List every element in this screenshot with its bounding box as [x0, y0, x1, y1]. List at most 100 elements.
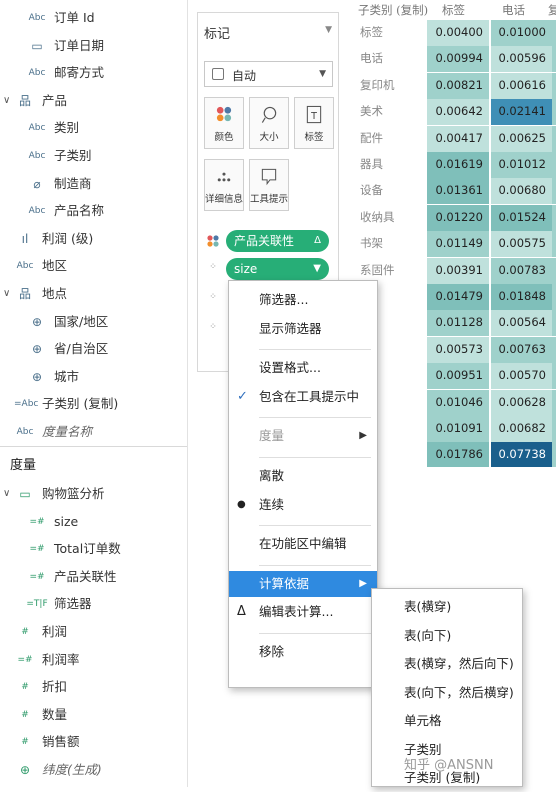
- table-cell[interactable]: 0.00680: [491, 178, 552, 205]
- menu-item[interactable]: 设置格式...: [229, 355, 377, 381]
- field-item[interactable]: Abc 地区: [0, 255, 187, 277]
- crosstab-view: 子类别 (复制) 标签 电话 复 标签 0.00400 0.01000 电话 0.009…: [352, 0, 556, 467]
- menu-item[interactable]: 计算依据 ▶: [229, 570, 377, 597]
- field-item[interactable]: Abc 类别: [0, 117, 187, 139]
- field-item[interactable]: Abc 度量名称: [0, 421, 187, 443]
- table-cell[interactable]: 0.00391: [427, 257, 489, 284]
- table-cell[interactable]: 0.00625: [491, 125, 552, 152]
- table-cell[interactable]: 0.01786: [427, 442, 489, 467]
- table-cell[interactable]: 0.00400: [427, 20, 489, 46]
- field-item[interactable]: =Abc 子类别 (复制): [0, 393, 187, 415]
- submenu-item[interactable]: 表(横穿): [372, 593, 522, 621]
- row-header: 标签: [360, 25, 383, 39]
- table-cell[interactable]: 0.00564: [491, 310, 552, 337]
- table-cell[interactable]: 0.01619: [427, 152, 489, 178]
- field-item[interactable]: ∨ 品产品: [0, 90, 187, 112]
- table-cell[interactable]: 0.01000: [491, 20, 552, 46]
- field-item[interactable]: ⌀ 制造商: [0, 173, 187, 195]
- submenu-item[interactable]: 表(横穿，然后向下): [372, 650, 522, 678]
- table-cell-partial: [552, 442, 556, 467]
- table-cell[interactable]: 0.00628: [491, 389, 552, 416]
- table-cell[interactable]: 0.01091: [427, 416, 489, 442]
- field-item[interactable]: Abc 邮寄方式: [0, 62, 187, 84]
- table-cell[interactable]: 0.00570: [491, 363, 552, 390]
- table-cell[interactable]: 0.00417: [427, 125, 489, 152]
- table-cell[interactable]: 0.01149: [427, 231, 489, 258]
- menu-item[interactable]: ✓ 包含在工具提示中: [229, 384, 377, 410]
- label-button[interactable]: T 标签: [294, 97, 334, 149]
- field-item[interactable]: Abc 订单 Id: [0, 7, 187, 29]
- table-cell[interactable]: 0.00616: [491, 72, 552, 99]
- field-item[interactable]: ıl 利润 (级): [0, 228, 187, 250]
- table-cell[interactable]: 0.01848: [491, 284, 552, 310]
- table-cell[interactable]: 0.00642: [427, 99, 489, 126]
- menu-item[interactable]: Δ 编辑表计算...: [229, 599, 377, 625]
- field-item[interactable]: ⊕ 城市: [0, 366, 187, 388]
- field-item[interactable]: ⊕ 国家/地区: [0, 311, 187, 333]
- pill-product-association[interactable]: 产品关联性 Δ: [226, 230, 329, 252]
- submenu-item[interactable]: 表(向下): [372, 622, 522, 650]
- field-item[interactable]: ⊕ 纬度(生成): [0, 759, 187, 781]
- table-cell[interactable]: 0.01046: [427, 389, 489, 416]
- detail-button[interactable]: 详细信息: [204, 159, 244, 211]
- field-label: 产品名称: [54, 203, 105, 219]
- submenu-item[interactable]: 单元格: [372, 707, 522, 735]
- submenu-item[interactable]: 表(向下，然后横穿): [372, 679, 522, 707]
- menu-item[interactable]: 移除: [229, 639, 377, 665]
- menu-separator: [259, 349, 371, 351]
- table-cell[interactable]: 0.01524: [491, 204, 552, 231]
- field-item[interactable]: =# 产品关联性: [0, 566, 187, 588]
- svg-text:T: T: [310, 111, 317, 122]
- menu-item[interactable]: 在功能区中编辑: [229, 531, 377, 557]
- field-item[interactable]: =# Total订单数: [0, 538, 187, 560]
- table-cell[interactable]: 0.00763: [491, 336, 552, 363]
- table-cell[interactable]: 0.00575: [491, 231, 552, 258]
- menu-item[interactable]: 筛选器...: [229, 287, 377, 313]
- field-item[interactable]: =# 利润率: [0, 649, 187, 671]
- table-cell[interactable]: 0.01361: [427, 178, 489, 205]
- table-cell[interactable]: 0.01012: [491, 152, 552, 178]
- field-item[interactable]: Abc 产品名称: [0, 200, 187, 222]
- table-cell[interactable]: 0.00821: [427, 72, 489, 99]
- table-cell[interactable]: 0.00682: [491, 416, 552, 442]
- color-button[interactable]: 颜色: [204, 97, 244, 149]
- menu-item[interactable]: 显示筛选器: [229, 316, 377, 342]
- field-item[interactable]: # 数量: [0, 704, 187, 726]
- field-item[interactable]: Abc 子类别: [0, 145, 187, 167]
- field-item[interactable]: ⊕ 省/自治区: [0, 338, 187, 360]
- table-cell[interactable]: 0.00783: [491, 257, 552, 284]
- column-header: 标签: [442, 3, 465, 17]
- table-cell[interactable]: 0.01220: [427, 204, 489, 231]
- pill-size[interactable]: size ▼: [226, 258, 329, 280]
- expand-caret-icon[interactable]: ∨: [3, 483, 10, 505]
- field-item[interactable]: # 利润: [0, 621, 187, 643]
- menu-item[interactable]: 离散: [229, 463, 377, 489]
- field-item[interactable]: ∨ 品地点: [0, 283, 187, 305]
- tooltip-button[interactable]: 工具提示: [249, 159, 289, 211]
- table-cell[interactable]: 0.00573: [427, 336, 489, 363]
- menu-item[interactable]: ● 连续: [229, 492, 377, 518]
- collapse-caret-icon[interactable]: ▼: [325, 25, 332, 35]
- mark-type-dropdown[interactable]: 自动 ▼: [204, 61, 333, 87]
- field-item[interactable]: # 销售额: [0, 731, 187, 753]
- table-cell[interactable]: 0.07738: [491, 442, 552, 467]
- field-item[interactable]: =T|F 筛选器: [0, 593, 187, 615]
- table-cell[interactable]: 0.00994: [427, 46, 489, 73]
- field-item[interactable]: ▭ 订单日期: [0, 35, 187, 57]
- field-item[interactable]: # 折扣: [0, 676, 187, 698]
- table-cell-partial: [552, 99, 556, 126]
- text-icon: T: [306, 105, 322, 124]
- expand-caret-icon[interactable]: ∨: [3, 90, 10, 112]
- field-item[interactable]: ∨ ▭ 购物篮分析: [0, 483, 187, 505]
- table-cell[interactable]: 0.01479: [427, 284, 489, 310]
- table-cell[interactable]: 0.01128: [427, 310, 489, 337]
- field-item[interactable]: =# size: [0, 511, 187, 533]
- menu-item-label: 离散: [259, 468, 285, 483]
- expand-caret-icon[interactable]: ∨: [3, 283, 10, 305]
- table-cell[interactable]: 0.02141: [491, 99, 552, 126]
- size-button[interactable]: 大小: [249, 97, 289, 149]
- menu-separator: [259, 457, 371, 458]
- paperclip-icon: ⌀: [33, 176, 41, 191]
- table-cell[interactable]: 0.00596: [491, 46, 552, 73]
- table-cell[interactable]: 0.00951: [427, 363, 489, 390]
